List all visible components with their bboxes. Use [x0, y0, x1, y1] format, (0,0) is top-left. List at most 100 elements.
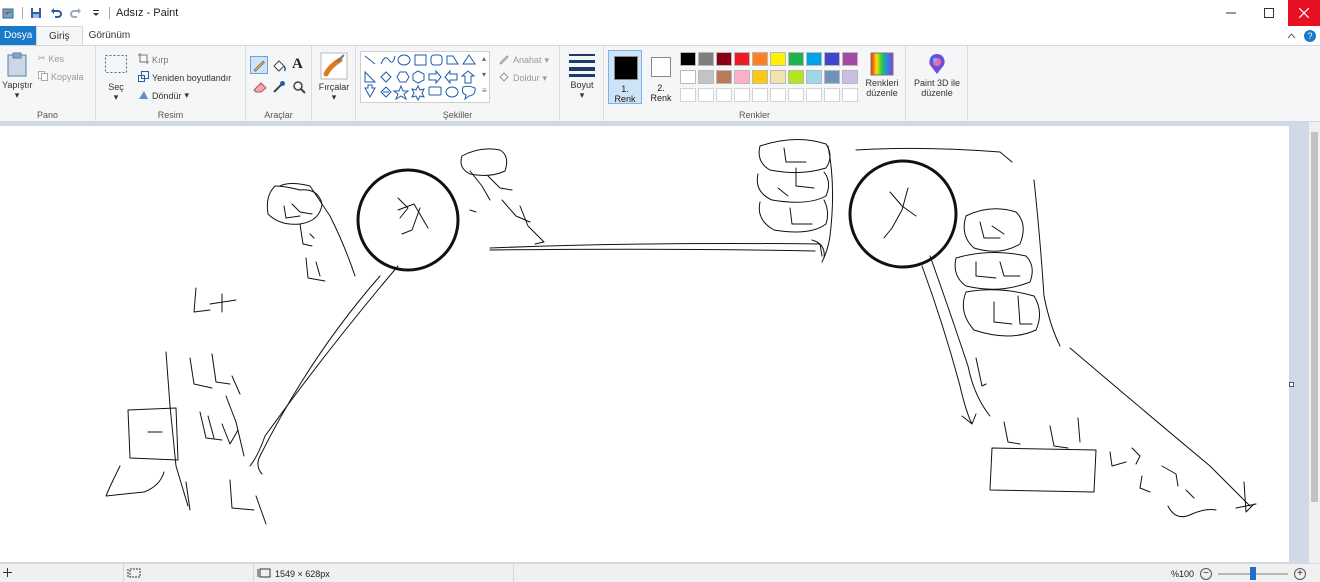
zoom-in-button[interactable]: +: [1294, 567, 1306, 580]
palette-color-swatch[interactable]: [752, 52, 768, 66]
color-picker-tool[interactable]: [272, 80, 286, 97]
custom-color-slot[interactable]: [716, 88, 732, 102]
palette-color-swatch[interactable]: [842, 70, 858, 84]
scissors-icon: ✂: [38, 53, 46, 63]
palette-color-swatch[interactable]: [734, 70, 750, 84]
tab-view[interactable]: Görünüm: [83, 26, 137, 45]
rotate-dropdown-icon[interactable]: ▾: [185, 90, 190, 101]
custom-color-slot[interactable]: [842, 88, 858, 102]
select-label: Seç: [108, 82, 124, 92]
color2-label-word: Renk: [650, 93, 672, 103]
hand-drawn-sketch: [105, 138, 1257, 525]
custom-color-slot[interactable]: [752, 88, 768, 102]
size-dropdown-icon[interactable]: ▾: [564, 90, 600, 100]
palette-color-swatch[interactable]: [716, 52, 732, 66]
tab-file[interactable]: Dosya: [0, 26, 36, 45]
window-controls: [1212, 0, 1320, 26]
vertical-scrollbar[interactable]: [1309, 122, 1320, 563]
resize-button[interactable]: Yeniden boyutlandır: [138, 71, 231, 84]
customize-quick-access-icon[interactable]: [89, 6, 103, 20]
image-size-icon: [257, 568, 271, 580]
palette-color-swatch[interactable]: [770, 70, 786, 84]
canvas-resize-handle-right[interactable]: [1289, 382, 1294, 387]
workspace: [0, 122, 1320, 563]
custom-color-slot[interactable]: [824, 88, 840, 102]
magnifier-tool[interactable]: [292, 80, 306, 97]
palette-color-swatch[interactable]: [824, 70, 840, 84]
palette-color-swatch[interactable]: [788, 70, 804, 84]
palette-color-swatch[interactable]: [824, 52, 840, 66]
size-group: Boyut ▾: [560, 46, 604, 122]
minimize-button[interactable]: [1212, 0, 1250, 26]
fill-button[interactable]: Doldur ▾: [498, 71, 547, 85]
edit-colors-button[interactable]: Renkleri düzenle: [862, 52, 902, 98]
custom-color-slot[interactable]: [734, 88, 750, 102]
select-button[interactable]: Seç ▾: [102, 54, 130, 102]
shapes-scroll-down-icon[interactable]: ▾: [482, 70, 486, 79]
shapes-scroll-up-icon[interactable]: ▴: [482, 54, 486, 63]
palette-color-swatch[interactable]: [698, 70, 714, 84]
cut-button[interactable]: ✂ Kes: [38, 53, 64, 64]
palette-color-swatch[interactable]: [734, 52, 750, 66]
color1-swatch: [614, 56, 638, 80]
pencil-tool[interactable]: [250, 56, 268, 74]
paint-app-icon[interactable]: [2, 6, 16, 20]
custom-color-slot[interactable]: [698, 88, 714, 102]
color2-swatch: [651, 57, 671, 77]
selection-rectangle-icon: [105, 55, 127, 73]
copy-icon: [38, 71, 48, 83]
select-dropdown-icon[interactable]: ▾: [102, 92, 130, 102]
custom-color-slot[interactable]: [788, 88, 804, 102]
palette-color-swatch[interactable]: [806, 70, 822, 84]
palette-color-swatch[interactable]: [770, 52, 786, 66]
redo-icon[interactable]: [69, 6, 83, 20]
crop-button[interactable]: Kırp: [138, 53, 169, 66]
zoom-slider-thumb[interactable]: [1250, 566, 1256, 580]
tools-group-label: Araçlar: [264, 110, 293, 120]
custom-color-slot[interactable]: [806, 88, 822, 102]
magnifier-icon: [293, 81, 306, 94]
palette-color-swatch[interactable]: [788, 52, 804, 66]
paint3d-label-line2: düzenle: [921, 88, 953, 98]
palette-color-swatch[interactable]: [806, 52, 822, 66]
brushes-dropdown-icon[interactable]: ▾: [316, 92, 352, 102]
paint3d-label-line1: Paint 3D ile: [913, 78, 961, 88]
outline-button[interactable]: Anahat ▾: [498, 53, 549, 67]
color2-label: 2. Renk: [644, 83, 678, 103]
fill-tool[interactable]: [271, 58, 287, 77]
close-button[interactable]: [1288, 0, 1320, 26]
palette-color-swatch[interactable]: [680, 52, 696, 66]
palette-color-swatch[interactable]: [698, 52, 714, 66]
shapes-expand-icon[interactable]: ≡: [482, 86, 487, 95]
color2-button[interactable]: 2. Renk: [644, 50, 678, 104]
save-icon[interactable]: [29, 6, 43, 20]
eraser-tool[interactable]: [252, 80, 268, 97]
edit-with-paint3d-button[interactable]: Paint 3D ile düzenle: [908, 52, 966, 98]
shapes-gallery[interactable]: [360, 51, 490, 103]
paste-dropdown-icon[interactable]: ▾: [2, 90, 32, 100]
collapse-ribbon-icon[interactable]: [1287, 30, 1296, 42]
palette-color-swatch[interactable]: [752, 70, 768, 84]
palette-color-swatch[interactable]: [842, 52, 858, 66]
rotate-button[interactable]: Döndür ▾: [138, 89, 189, 102]
color-palette: [680, 52, 862, 106]
palette-color-swatch[interactable]: [716, 70, 732, 84]
drawing-canvas[interactable]: [0, 126, 1289, 562]
custom-color-slot[interactable]: [770, 88, 786, 102]
maximize-button[interactable]: [1250, 0, 1288, 26]
brushes-button[interactable]: Fırçalar ▾: [316, 52, 352, 102]
paste-button[interactable]: Yapıştır ▾: [2, 52, 32, 100]
custom-color-slot[interactable]: [680, 88, 696, 102]
color1-button[interactable]: 1. Renk: [608, 50, 642, 104]
vertical-scrollbar-thumb[interactable]: [1311, 132, 1318, 502]
size-button[interactable]: Boyut ▾: [564, 52, 600, 100]
undo-icon[interactable]: [49, 6, 63, 20]
color1-label-word: Renk: [614, 94, 636, 104]
zoom-slider[interactable]: [1218, 566, 1288, 580]
palette-color-swatch[interactable]: [680, 70, 696, 84]
zoom-out-button[interactable]: −: [1200, 567, 1212, 580]
help-icon[interactable]: ?: [1304, 29, 1316, 42]
text-tool[interactable]: A: [292, 56, 303, 73]
tab-home[interactable]: Giriş: [36, 26, 83, 45]
copy-button[interactable]: Kopyala: [38, 71, 84, 83]
